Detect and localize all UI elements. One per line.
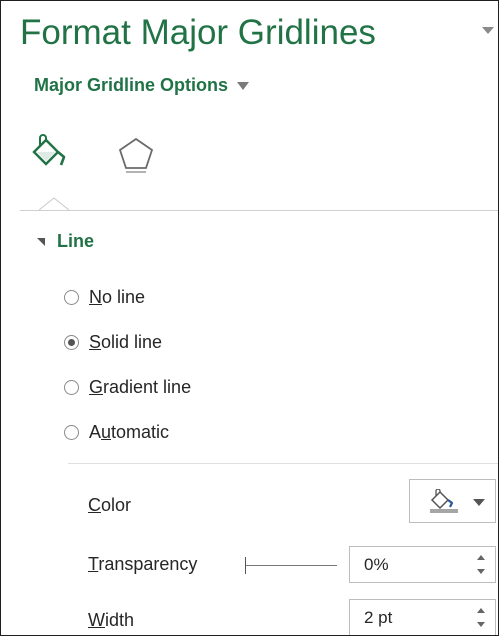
transparency-label: Transparency bbox=[88, 554, 198, 574]
solid-line-option[interactable]: Solid line bbox=[64, 332, 162, 353]
pane-options-dropdown-icon[interactable] bbox=[482, 27, 494, 34]
transparency-slider-thumb[interactable] bbox=[245, 557, 246, 574]
pentagon-icon bbox=[118, 137, 154, 173]
radio-button[interactable] bbox=[64, 425, 79, 440]
radio-button[interactable] bbox=[64, 290, 79, 305]
fill-line-icon bbox=[32, 134, 66, 166]
chevron-down-icon bbox=[473, 499, 485, 506]
pane-title: Format Major Gridlines bbox=[20, 13, 376, 52]
options-label: Major Gridline Options bbox=[34, 75, 229, 95]
spin-up-icon[interactable] bbox=[477, 555, 485, 560]
section-title: Line bbox=[57, 231, 95, 251]
radio-label: Automatic bbox=[89, 422, 170, 442]
paint-bucket-icon bbox=[430, 489, 458, 513]
transparency-value[interactable]: 0% bbox=[364, 555, 389, 575]
line-section-header[interactable]: Line bbox=[37, 231, 94, 252]
width-spinner[interactable]: 2 pt bbox=[349, 599, 496, 635]
width-label: Width bbox=[88, 610, 135, 630]
color-picker-button[interactable] bbox=[409, 479, 496, 523]
width-value[interactable]: 2 pt bbox=[364, 608, 392, 628]
format-pane: Format Major Gridlines Major Gridline Op… bbox=[0, 0, 499, 636]
spin-down-icon[interactable] bbox=[477, 622, 485, 627]
gridline-options-dropdown[interactable]: Major Gridline Options bbox=[34, 75, 250, 96]
radio-button-selected[interactable] bbox=[64, 335, 79, 350]
effects-tab[interactable] bbox=[117, 137, 155, 180]
color-label: Color bbox=[88, 495, 132, 515]
collapse-triangle-icon bbox=[37, 237, 45, 246]
transparency-slider-track[interactable] bbox=[245, 565, 337, 566]
spin-up-icon[interactable] bbox=[477, 608, 485, 613]
fill-line-tab[interactable] bbox=[31, 134, 71, 175]
radio-label: Gradient line bbox=[89, 377, 192, 397]
radio-label: No line bbox=[89, 287, 146, 307]
radio-button[interactable] bbox=[64, 380, 79, 395]
spin-down-icon[interactable] bbox=[477, 569, 485, 574]
chevron-down-icon bbox=[237, 81, 250, 90]
active-tab-pointer bbox=[39, 197, 69, 211]
transparency-spinner[interactable]: 0% bbox=[349, 546, 496, 583]
automatic-option[interactable]: Automatic bbox=[64, 422, 169, 443]
no-line-option[interactable]: No line bbox=[64, 287, 145, 308]
gradient-line-option[interactable]: Gradient line bbox=[64, 377, 191, 398]
section-divider bbox=[68, 463, 498, 464]
radio-label: Solid line bbox=[89, 332, 163, 352]
tabs-divider bbox=[20, 210, 498, 211]
